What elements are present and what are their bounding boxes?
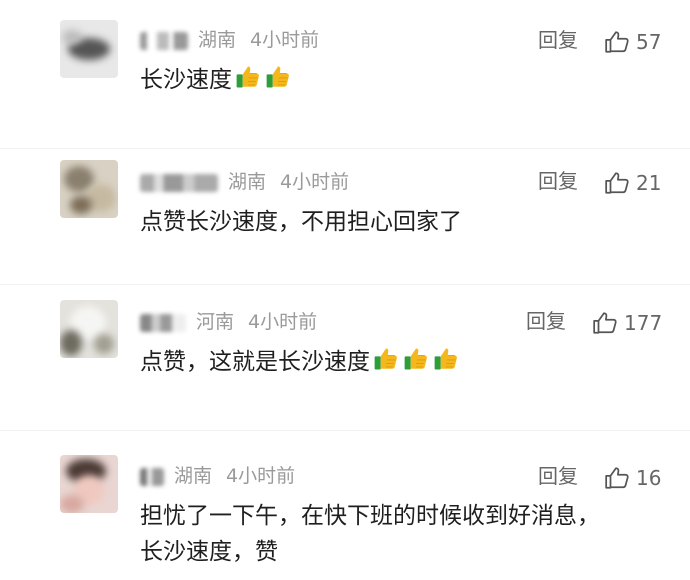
reply-button[interactable]: 回复 [538,462,578,490]
like-count: 21 [636,170,662,195]
username-blurred[interactable] [140,31,188,50]
comment-time: 4小时前 [226,465,296,487]
comment-region: 湖南 [198,29,237,51]
reply-button[interactable]: 回复 [538,167,578,195]
avatar[interactable] [60,300,118,358]
comment-meta: 湖南 4小时前 [140,463,295,489]
divider [0,430,690,431]
like-count: 177 [624,310,663,335]
comment-region: 湖南 [174,465,213,487]
comment-text: 点赞，这就是长沙速度 [140,344,460,380]
comment-text-content: 长沙速度 [140,67,232,93]
thumbs-up-emoji-icon [374,348,397,370]
avatar[interactable] [60,160,118,218]
comment-actions: 回复 177 [526,307,662,335]
thumbs-up-outline-icon[interactable] [604,170,630,196]
thumbs-up-emoji-icon [434,348,457,370]
comment-region: 河南 [196,311,235,333]
username-blurred[interactable] [140,173,218,192]
thumbs-up-outline-icon[interactable] [592,310,618,336]
comment-region: 湖南 [228,171,267,193]
reply-button[interactable]: 回复 [526,307,566,335]
comment-actions: 回复 57 [538,26,661,54]
thumbs-up-emoji-icon [404,348,427,370]
username-blurred[interactable] [140,467,164,486]
divider [0,284,690,285]
like-count: 57 [636,29,662,54]
comment-text: 点赞长沙速度，不用担心回家了 [140,204,462,240]
comment-actions: 回复 21 [538,167,661,195]
comment-time: 4小时前 [280,171,350,193]
thumbs-up-emoji-icon [266,66,289,88]
comment-list: 湖南 4小时前 回复 57 长沙速度 湖南 4小时前 回复 21 点赞长沙速度，不用担心… [0,0,690,580]
reply-button[interactable]: 回复 [538,26,578,54]
thumbs-up-outline-icon[interactable] [604,465,630,491]
comment-time: 4小时前 [250,29,320,51]
comment-meta: 湖南 4小时前 [140,27,319,53]
comment-text: 长沙速度 [140,62,292,98]
avatar[interactable] [60,455,118,513]
avatar[interactable] [60,20,118,78]
comment-text-content: 点赞，这就是长沙速度 [140,349,370,375]
username-blurred[interactable] [140,313,186,332]
comment-text-line: 担忧了一下午，在快下班的时候收到好消息， [140,503,600,529]
comment-text-content: 点赞长沙速度，不用担心回家了 [140,209,462,235]
divider [0,148,690,149]
like-count: 16 [636,465,662,490]
thumbs-up-emoji-icon [236,66,259,88]
comment-time: 4小时前 [248,311,318,333]
comment-text-line: 长沙速度，赞 [140,539,278,565]
comment-actions: 回复 16 [538,462,661,490]
comment-meta: 河南 4小时前 [140,309,317,335]
comment-text: 担忧了一下午，在快下班的时候收到好消息， 长沙速度，赞 [140,498,600,570]
comment-meta: 湖南 4小时前 [140,169,349,195]
thumbs-up-outline-icon[interactable] [604,29,630,55]
